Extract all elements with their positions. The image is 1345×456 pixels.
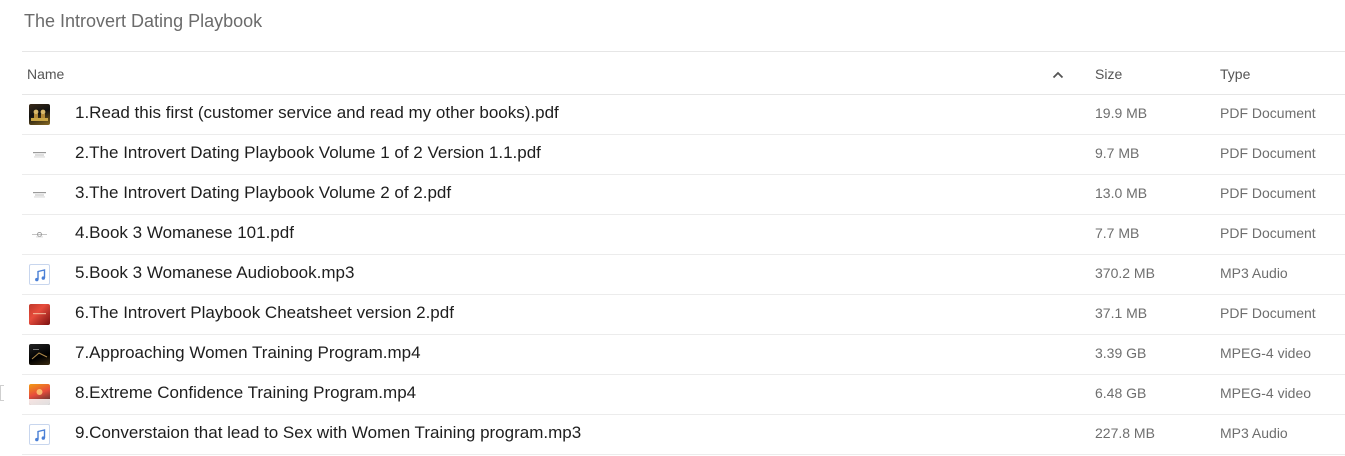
file-name[interactable]: 9.Converstaion that lead to Sex with Wom…	[75, 423, 581, 443]
file-size: 3.39 GB	[1095, 345, 1147, 361]
music-note-icon	[29, 264, 50, 285]
file-row[interactable]: 8.Extreme Confidence Training Program.mp…	[22, 375, 1345, 415]
file-size: 7.7 MB	[1095, 225, 1140, 241]
video-thumbnail	[29, 344, 50, 365]
left-edge-handle	[0, 385, 4, 401]
file-row[interactable]: 1.Read this first (customer service and …	[22, 95, 1345, 135]
file-type: MPEG-4 video	[1220, 385, 1312, 401]
file-size: 370.2 MB	[1095, 265, 1155, 281]
file-row[interactable]: 7.Approaching Women Training Program.mp4…	[22, 335, 1345, 375]
file-table: Name Size Type 1.Read this first (custom…	[22, 56, 1345, 455]
file-row[interactable]: 5.Book 3 Womanese Audiobook.mp3 370.2 MB…	[22, 255, 1345, 295]
file-name[interactable]: 3.The Introvert Dating Playbook Volume 2…	[75, 183, 451, 203]
column-header-type[interactable]: Type	[1220, 66, 1250, 82]
file-size: 227.8 MB	[1095, 425, 1155, 441]
music-note-icon	[29, 424, 50, 445]
column-header-name[interactable]: Name	[27, 66, 64, 82]
file-browser: The Introvert Dating Playbook Name Size …	[0, 0, 1345, 456]
file-type: PDF Document	[1220, 105, 1316, 121]
column-header-size[interactable]: Size	[1095, 66, 1122, 82]
book-cover-thumbnail	[29, 104, 50, 125]
file-name[interactable]: 8.Extreme Confidence Training Program.mp…	[75, 383, 416, 403]
file-type: PDF Document	[1220, 225, 1316, 241]
file-size: 37.1 MB	[1095, 305, 1148, 321]
file-name[interactable]: 2.The Introvert Dating Playbook Volume 1…	[75, 143, 541, 163]
table-header: Name Size Type	[22, 56, 1345, 95]
file-row[interactable]: 9.Converstaion that lead to Sex with Wom…	[22, 415, 1345, 455]
chevron-up-icon[interactable]	[1052, 70, 1064, 80]
file-name[interactable]: 6.The Introvert Playbook Cheatsheet vers…	[75, 303, 454, 323]
file-name[interactable]: 5.Book 3 Womanese Audiobook.mp3	[75, 263, 354, 283]
folder-title: The Introvert Dating Playbook	[24, 11, 263, 31]
file-row[interactable]: 3.The Introvert Dating Playbook Volume 2…	[22, 175, 1345, 215]
file-row[interactable]: 2.The Introvert Dating Playbook Volume 1…	[22, 135, 1345, 175]
file-type: MPEG-4 video	[1220, 345, 1312, 361]
cheatsheet-cover-thumbnail	[29, 304, 50, 325]
pdf-page-thumbnail	[29, 184, 50, 205]
file-name[interactable]: 7.Approaching Women Training Program.mp4	[75, 343, 421, 363]
file-row[interactable]: 4.Book 3 Womanese 101.pdf 7.7 MB PDF Doc…	[22, 215, 1345, 255]
file-name[interactable]: 1.Read this first (customer service and …	[75, 103, 559, 123]
pdf-page-thumbnail	[29, 144, 50, 165]
title-divider	[22, 51, 1345, 52]
file-type: MP3 Audio	[1220, 425, 1288, 441]
file-type: PDF Document	[1220, 145, 1316, 161]
file-size: 6.48 GB	[1095, 385, 1147, 401]
file-size: 13.0 MB	[1095, 185, 1148, 201]
file-type: PDF Document	[1220, 185, 1316, 201]
file-size: 19.9 MB	[1095, 105, 1148, 121]
file-type: PDF Document	[1220, 305, 1316, 321]
file-size: 9.7 MB	[1095, 145, 1140, 161]
file-row[interactable]: 6.The Introvert Playbook Cheatsheet vers…	[22, 295, 1345, 335]
pdf-page-thumbnail	[29, 224, 50, 245]
file-type: MP3 Audio	[1220, 265, 1288, 281]
video-thumbnail	[29, 384, 50, 405]
file-name[interactable]: 4.Book 3 Womanese 101.pdf	[75, 223, 294, 243]
